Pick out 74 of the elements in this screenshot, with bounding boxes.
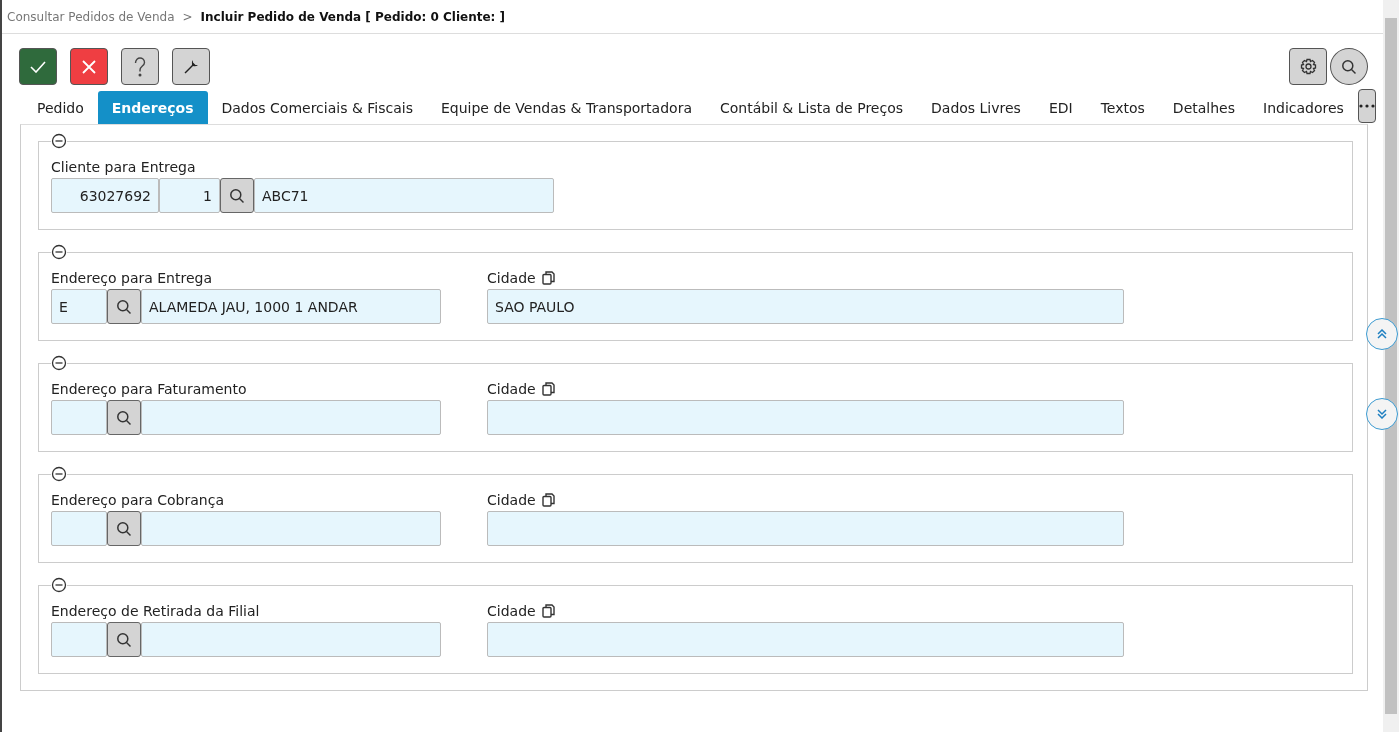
more-icon (1358, 104, 1375, 108)
code-field[interactable] (51, 511, 107, 546)
address-field[interactable]: ALAMEDA JAU, 1000 1 ANDAR (141, 289, 441, 324)
code-field[interactable]: E (51, 289, 107, 324)
search-icon (116, 298, 132, 315)
field-label: Cidade (487, 602, 536, 619)
copy-icon[interactable] (541, 603, 555, 618)
cancel-button[interactable] (70, 48, 108, 85)
field-label: Endereço para Entrega (51, 269, 213, 286)
question-mark-icon (134, 56, 146, 77)
code-field[interactable] (51, 622, 107, 657)
double-chevron-up-icon (1377, 329, 1387, 339)
copy-icon[interactable] (541, 381, 555, 396)
field-label: Cidade (487, 491, 536, 508)
search-button[interactable] (107, 511, 141, 546)
search-button[interactable] (1330, 48, 1368, 85)
search-icon (229, 187, 245, 204)
search-icon (116, 409, 132, 426)
close-icon (82, 59, 96, 74)
field-label: Cidade (487, 269, 536, 286)
collapse-icon[interactable] (51, 466, 67, 482)
city-field[interactable] (487, 511, 1124, 546)
collapse-icon[interactable] (51, 244, 67, 260)
checkmark-icon (30, 60, 46, 73)
name-field[interactable]: ABC71 (254, 178, 554, 213)
search-button[interactable] (220, 178, 254, 213)
city-field[interactable] (487, 622, 1124, 657)
search-icon (116, 520, 132, 537)
search-button[interactable] (107, 400, 141, 435)
help-button[interactable] (121, 48, 159, 85)
field-label: Endereço de Retirada da Filial (51, 602, 261, 619)
address-field[interactable] (141, 511, 441, 546)
search-button[interactable] (107, 289, 141, 324)
collapse-icon[interactable] (51, 355, 67, 371)
sequence-field[interactable]: 1 (159, 178, 220, 213)
scroll-up-button[interactable] (1366, 318, 1398, 350)
copy-icon[interactable] (541, 270, 555, 285)
collapse-icon[interactable] (51, 577, 67, 593)
more-button[interactable] (1357, 89, 1376, 123)
page-title: Incluir Pedido de Venda [ Pedido: 0 Cliente: ] (200, 9, 505, 24)
code-field[interactable]: 63027692 (51, 178, 159, 213)
settings-button[interactable] (1289, 48, 1327, 85)
field-label: Endereço para Cobrança (51, 491, 225, 508)
settings-icon (1299, 58, 1317, 75)
code-field[interactable] (51, 400, 107, 435)
confirm-button[interactable] (19, 48, 57, 85)
address-field[interactable] (141, 622, 441, 657)
field-label: Cidade (487, 380, 536, 397)
field-label: Cliente para Entrega (51, 158, 197, 175)
scroll-down-button[interactable] (1366, 398, 1398, 430)
tab[interactable]: Detalhes (1158, 91, 1249, 124)
address-field[interactable] (141, 400, 441, 435)
collapse-icon[interactable] (51, 133, 67, 149)
search-icon (116, 631, 132, 648)
tab[interactable]: Contábil & Lista de Preços (705, 91, 917, 124)
tab[interactable]: Endereços (97, 91, 208, 124)
tab[interactable]: Textos (1086, 91, 1159, 124)
tab[interactable]: Dados Livres (917, 91, 1035, 124)
tab[interactable]: Equipe de Vendas & Transportadora (426, 91, 706, 124)
breadcrumb-link[interactable]: Consultar Pedidos de Venda (7, 9, 175, 24)
double-chevron-down-icon (1377, 409, 1387, 419)
tab[interactable]: EDI (1034, 91, 1087, 124)
tools-button[interactable] (172, 48, 210, 85)
copy-icon[interactable] (541, 492, 555, 507)
tab[interactable]: Dados Comerciais & Fiscais (207, 91, 427, 124)
scrollbar[interactable] (1383, 0, 1399, 732)
search-icon (1341, 58, 1357, 75)
tab[interactable]: Indicadores (1249, 91, 1358, 124)
tab[interactable]: Pedido (23, 91, 98, 124)
breadcrumb-separator: > (182, 9, 193, 24)
city-field[interactable]: SAO PAULO (487, 289, 1124, 324)
field-label: Endereço para Faturamento (51, 380, 248, 397)
city-field[interactable] (487, 400, 1124, 435)
search-button[interactable] (107, 622, 141, 657)
